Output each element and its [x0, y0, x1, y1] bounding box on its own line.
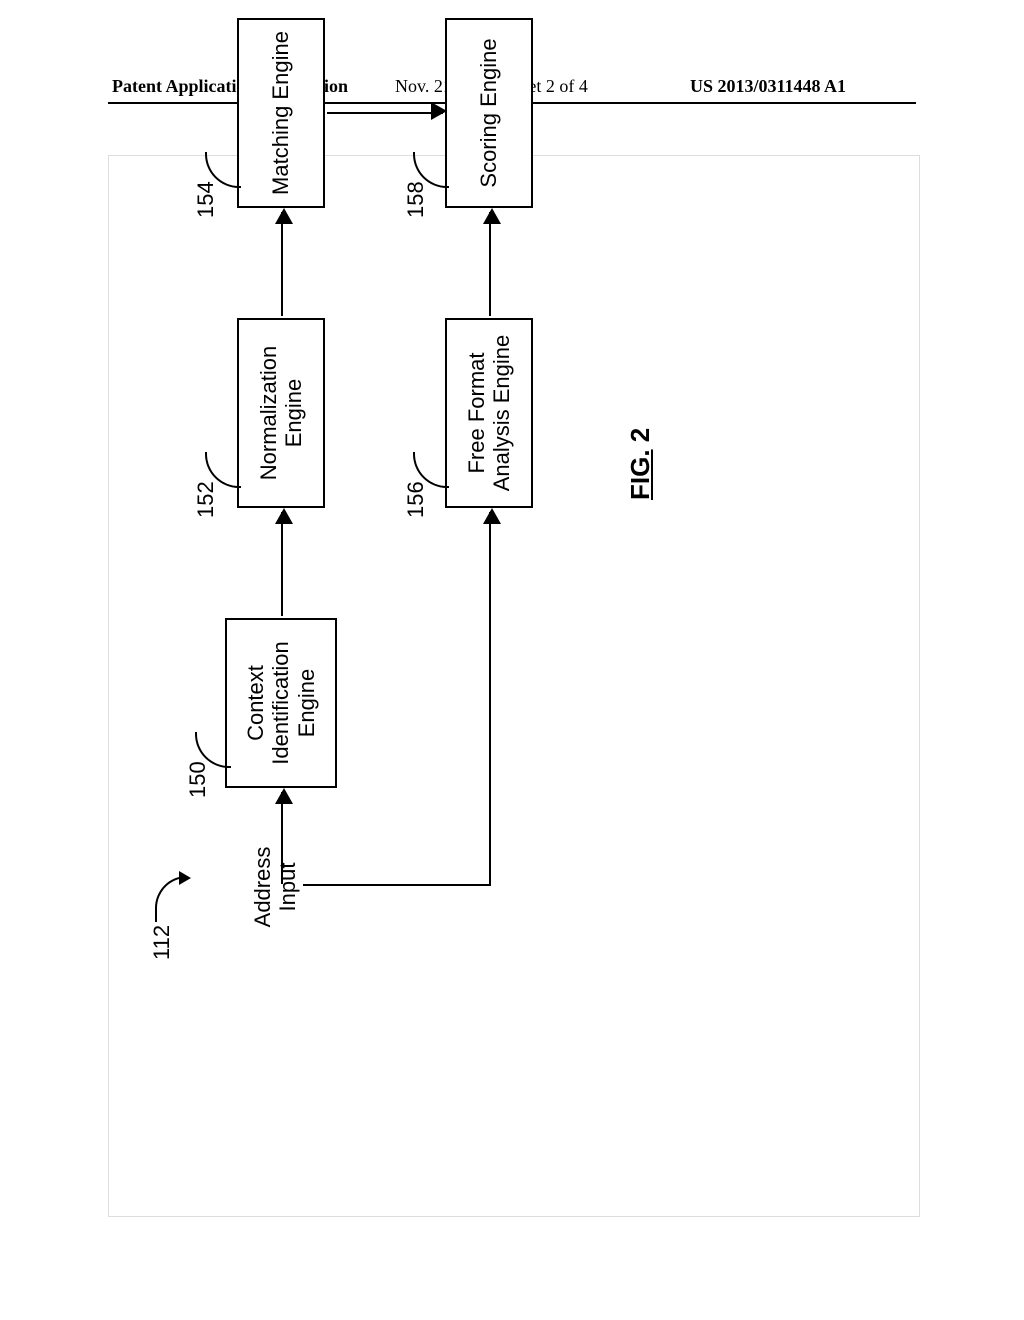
block-free-format-analysis-engine: Free Format Analysis Engine	[445, 318, 533, 508]
block-context-identification-engine: Context Identification Engine	[225, 618, 337, 788]
branch-across	[489, 546, 491, 886]
block-matching-engine: Matching Engine	[237, 18, 325, 208]
block-normalize-label: Normalization Engine	[256, 326, 307, 500]
figure-diagram: 112 Address Input Context Identification…	[125, 0, 665, 980]
branch-down	[339, 884, 489, 886]
figure-caption-prefix: FIG.	[625, 449, 655, 500]
figure-rotation-wrapper: 112 Address Input Context Identification…	[125, 200, 905, 980]
address-input-label: Address Input	[250, 832, 301, 942]
block-matching-label: Matching Engine	[268, 31, 293, 195]
block-normalization-engine: Normalization Engine	[237, 318, 325, 508]
address-input-tick	[303, 884, 339, 886]
block-context-label: Context Identification Engine	[243, 626, 319, 780]
arrow-free-to-scoring	[489, 212, 491, 316]
block-scoring-engine: Scoring Engine	[445, 18, 533, 208]
ref-154: 154	[193, 181, 219, 218]
arrow-input-to-free	[489, 512, 491, 546]
ref-158: 158	[403, 181, 429, 218]
block-free-label: Free Format Analysis Engine	[464, 326, 515, 500]
ref-152: 152	[193, 481, 219, 518]
leader-112	[155, 876, 187, 922]
header-right: US 2013/0311448 A1	[690, 76, 846, 97]
arrow-normalize-to-matching	[281, 212, 283, 316]
block-scoring-label: Scoring Engine	[476, 38, 501, 187]
figure-caption-num: 2	[625, 428, 655, 450]
ref-156: 156	[403, 481, 429, 518]
ref-150: 150	[185, 761, 211, 798]
arrow-input-to-context	[281, 792, 283, 884]
figure-caption: FIG. 2	[625, 428, 656, 500]
arrow-matching-to-scoring	[327, 112, 443, 114]
arrow-context-to-normalize	[281, 512, 283, 616]
ref-112: 112	[149, 925, 175, 960]
